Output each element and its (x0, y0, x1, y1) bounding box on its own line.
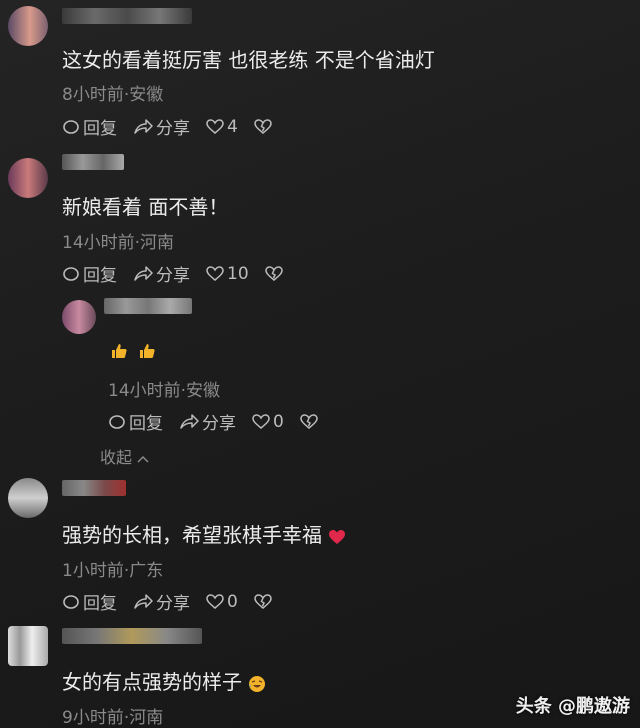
dislike-button[interactable] (300, 413, 321, 430)
username-blurred[interactable] (62, 480, 126, 496)
reply-button[interactable]: 回复 (62, 261, 117, 286)
share-label: 分享 (156, 266, 190, 286)
username-blurred[interactable] (62, 8, 192, 24)
comment-actions: 回复 分享 10 (62, 261, 302, 286)
thumbs-up-icon (112, 344, 127, 358)
share-label: 分享 (202, 414, 236, 434)
reply-button[interactable]: 回复 (62, 589, 117, 614)
share-label: 分享 (156, 119, 190, 139)
dislike-button[interactable] (264, 265, 286, 282)
comment-text-content: 女的有点强势的样子 (62, 670, 242, 694)
like-button[interactable]: 0 (206, 592, 238, 612)
share-button[interactable]: 分享 (133, 261, 190, 286)
comment-meta: 1小时前·广东 (62, 561, 164, 581)
heart-icon (206, 593, 224, 609)
share-icon (134, 265, 153, 281)
like-button[interactable]: 10 (206, 264, 249, 284)
comment-actions: 回复 分享 0 (108, 409, 337, 434)
broken-heart-icon (264, 265, 283, 281)
avatar[interactable] (8, 6, 48, 46)
reply-label: 回复 (83, 266, 117, 286)
reply-icon (109, 414, 125, 429)
reply-icon (63, 119, 79, 134)
reply-button[interactable]: 回复 (62, 114, 117, 139)
thumbs-up-icon (140, 344, 155, 358)
comment-meta: 9小时前·河南 (62, 708, 164, 728)
reply-icon (63, 266, 79, 281)
comment-emoji-row (110, 342, 156, 360)
like-button[interactable]: 4 (206, 117, 238, 137)
reply-icon (63, 594, 79, 609)
broken-heart-icon (254, 118, 272, 134)
comment-text: 这女的看着挺厉害 也很老练 不是个省油灯 (62, 48, 435, 72)
collapse-label: 收起 (100, 448, 133, 467)
share-button[interactable]: 分享 (133, 589, 190, 614)
share-label: 分享 (156, 594, 190, 614)
reply-label: 回复 (83, 119, 117, 139)
heart-icon (252, 413, 270, 429)
like-count: 0 (227, 591, 238, 612)
avatar[interactable] (8, 626, 48, 666)
share-icon (134, 118, 153, 134)
username-blurred[interactable] (62, 154, 124, 170)
reply-button[interactable]: 回复 (108, 409, 163, 434)
share-button[interactable]: 分享 (179, 409, 236, 434)
username-blurred[interactable] (62, 628, 202, 644)
share-button[interactable]: 分享 (133, 114, 190, 139)
broken-heart-icon (300, 413, 318, 429)
like-count: 4 (227, 116, 238, 137)
collapse-replies-button[interactable]: 收起 (100, 444, 149, 468)
comment-text: 强势的长相，希望张棋手幸福 (62, 519, 346, 548)
reply-label: 回复 (129, 414, 163, 434)
avatar[interactable] (8, 478, 48, 518)
share-icon (134, 593, 153, 609)
comment-meta: 14小时前·河南 (62, 233, 175, 253)
heart-emoji-icon (329, 529, 346, 544)
like-count: 0 (273, 411, 284, 432)
broken-heart-icon (254, 593, 272, 609)
share-icon (180, 413, 199, 429)
heart-icon (206, 118, 224, 134)
laughing-emoji-icon (249, 675, 266, 692)
avatar[interactable] (8, 158, 48, 198)
chevron-up-icon (137, 455, 149, 463)
watermark: 头条 @鹏遨游 (515, 696, 630, 717)
username-blurred[interactable] (104, 298, 192, 314)
comment-text: 新娘看着 面不善！ (62, 195, 229, 219)
comment-actions: 回复 分享 4 (62, 114, 291, 139)
reply-label: 回复 (83, 594, 117, 614)
dislike-button[interactable] (254, 593, 275, 610)
like-count: 10 (227, 263, 249, 284)
comment-text: 女的有点强势的样子 (62, 666, 266, 695)
heart-icon (206, 265, 224, 281)
like-button[interactable]: 0 (252, 412, 284, 432)
comment-meta: 8小时前·安徽 (62, 85, 164, 105)
dislike-button[interactable] (254, 118, 275, 135)
avatar[interactable] (62, 300, 96, 334)
comment-meta: 14小时前·安徽 (108, 381, 221, 401)
comment-actions: 回复 分享 0 (62, 589, 291, 614)
comment-text-content: 强势的长相，希望张棋手幸福 (62, 523, 322, 547)
